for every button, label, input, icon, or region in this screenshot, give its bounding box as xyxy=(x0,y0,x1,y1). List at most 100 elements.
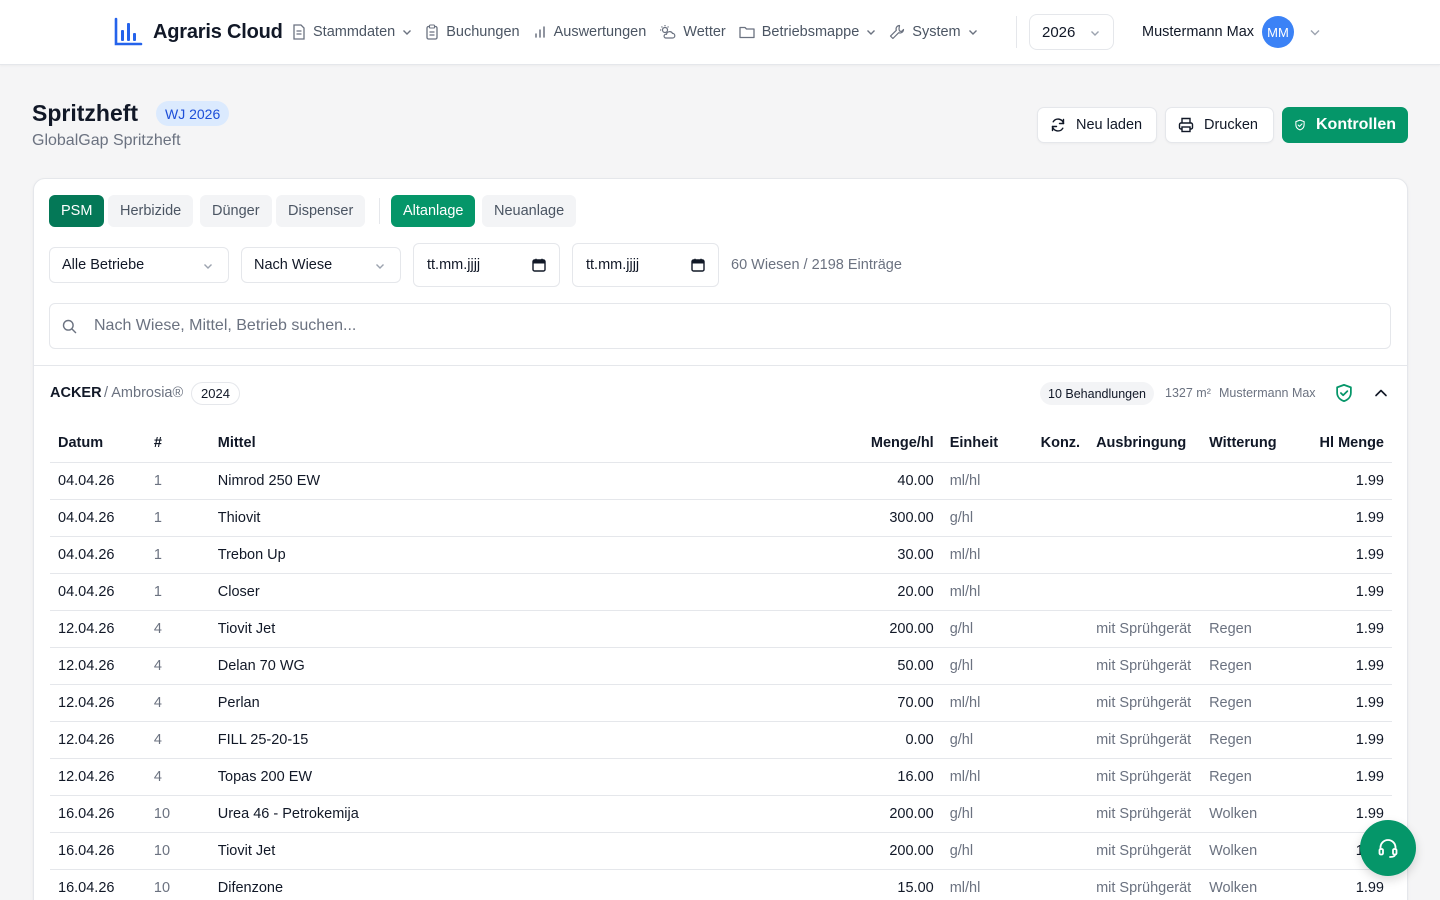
print-button[interactable]: Drucken xyxy=(1165,107,1274,143)
cell-einheit: ml/hl xyxy=(941,869,1033,900)
chevron-down-icon xyxy=(968,30,977,35)
nav-label: Auswertungen xyxy=(553,24,647,40)
search-field[interactable] xyxy=(49,303,1391,349)
cell-einheit: ml/hl xyxy=(941,573,1033,611)
cell-datum: 12.04.26 xyxy=(50,721,146,759)
nav-item-buchungen[interactable]: Buchungen xyxy=(425,24,520,40)
table-row[interactable]: 12.04.26 4 FILL 25-20-15 0.00 g/hl mit Sprühg… xyxy=(50,721,1392,759)
nav-item-auswertungen[interactable]: Auswertungen xyxy=(533,24,647,40)
chevron-down-icon xyxy=(867,30,876,35)
table-row[interactable]: 04.04.26 1 Nimrod 250 EW 40.00 ml/hl 1.99 xyxy=(50,462,1392,500)
brand-logo[interactable]: Agraris Cloud xyxy=(113,17,283,47)
nav-item-betriebsmappe[interactable]: Betriebsmappe xyxy=(739,24,877,40)
cell-witterung: Regen xyxy=(1201,647,1292,685)
cell-mittel: FILL 25-20-15 xyxy=(209,721,709,759)
cell-ausbringung: mit Sprühgerät xyxy=(1088,647,1202,685)
nav-item-wetter[interactable]: Wetter xyxy=(659,24,726,40)
table-row[interactable]: 04.04.26 1 Closer 20.00 ml/hl 1.99 xyxy=(50,573,1392,611)
column-header-datum[interactable]: Datum xyxy=(50,424,146,463)
cell-mittel: Closer xyxy=(209,573,709,611)
table-row[interactable]: 12.04.26 4 Topas 200 EW 16.00 ml/hl mit Sprüh… xyxy=(50,758,1392,796)
date-from-input[interactable]: tt.mm.jjjj xyxy=(413,243,560,287)
cell-witterung xyxy=(1201,536,1292,574)
chevron-down-icon xyxy=(376,264,384,269)
cell-ausbringung: mit Sprühgerät xyxy=(1088,869,1202,900)
year-select[interactable]: 2026 xyxy=(1029,14,1114,50)
cell-ausbringung: mit Sprühgerät xyxy=(1088,721,1202,759)
column-header-ausbringung[interactable]: Ausbringung xyxy=(1088,424,1202,463)
cell-hl-menge: 1.99 xyxy=(1291,573,1392,611)
cell-witterung xyxy=(1201,499,1292,537)
nav-divider xyxy=(1016,16,1017,48)
cell-datum: 04.04.26 xyxy=(50,499,146,537)
cell-witterung: Wolken xyxy=(1201,869,1292,900)
group-owner: Mustermann Max xyxy=(1219,386,1316,400)
tab-psm[interactable]: PSM xyxy=(49,195,105,227)
column-header-mittel[interactable]: Mittel xyxy=(209,424,709,463)
bar-chart-logo-icon xyxy=(114,17,143,46)
column-header-einheit[interactable]: Einheit xyxy=(941,424,1033,463)
column-header-konz[interactable]: Konz. xyxy=(1032,424,1089,463)
column-header-witterung[interactable]: Witterung xyxy=(1201,424,1292,463)
spray-entries-table: Datum # Mittel Menge/hl Einheit Konz. Au… xyxy=(50,424,1392,900)
tab-herbizide[interactable]: Herbizide xyxy=(108,195,194,227)
cell-einheit: g/hl xyxy=(941,795,1033,833)
column-header-menge[interactable]: Menge/hl xyxy=(708,424,942,463)
app-name: Agraris Cloud xyxy=(153,20,283,43)
cell-mittel: Urea 46 - Petrokemija xyxy=(209,795,709,833)
nav-item-system[interactable]: System xyxy=(889,24,977,40)
tab-neuanlage[interactable]: Neuanlage xyxy=(482,195,577,227)
user-menu[interactable]: Mustermann Max MM xyxy=(1142,16,1322,48)
tab-altanlage[interactable]: Altanlage xyxy=(391,195,476,227)
cell-nr: 4 xyxy=(145,647,210,685)
table-row[interactable]: 12.04.26 4 Delan 70 WG 50.00 g/hl mit Sprühge… xyxy=(50,647,1392,685)
column-header-hl-menge[interactable]: Hl Menge xyxy=(1291,424,1392,463)
cell-mittel: Delan 70 WG xyxy=(209,647,709,685)
cell-datum: 16.04.26 xyxy=(50,832,146,870)
controls-button[interactable]: Kontrollen xyxy=(1282,107,1408,143)
tab-divider xyxy=(379,198,380,224)
table-row[interactable]: 16.04.26 10 Difenzone 15.00 ml/hl mit Sprühge… xyxy=(50,869,1392,900)
cell-witterung: Regen xyxy=(1201,758,1292,796)
shield-check-icon[interactable] xyxy=(1334,383,1354,403)
cell-datum: 16.04.26 xyxy=(50,795,146,833)
result-count: 60 Wiesen / 2198 Einträge xyxy=(731,257,902,273)
cell-konz xyxy=(1032,758,1089,796)
nav-item-stammdaten[interactable]: Stammdaten xyxy=(292,24,412,40)
cell-konz xyxy=(1032,499,1089,537)
table-row[interactable]: 12.04.26 4 Tiovit Jet 200.00 g/hl mit Sprühge… xyxy=(50,610,1392,648)
cell-witterung: Regen xyxy=(1201,721,1292,759)
search-input[interactable] xyxy=(94,304,1374,348)
page-title: Spritzheft xyxy=(32,100,139,126)
column-header-nr[interactable]: # xyxy=(145,424,210,463)
reload-button[interactable]: Neu laden xyxy=(1037,107,1157,143)
reload-label: Neu laden xyxy=(1076,117,1143,133)
tab-dispenser[interactable]: Dispenser xyxy=(276,195,366,227)
table-row[interactable]: 16.04.26 10 Tiovit Jet 200.00 g/hl mit Sprühg… xyxy=(50,832,1392,870)
table-row[interactable]: 04.04.26 1 Thiovit 300.00 g/hl 1.99 xyxy=(50,499,1392,537)
table-row[interactable]: 04.04.26 1 Trebon Up 30.00 ml/hl 1.99 xyxy=(50,536,1392,574)
table-row[interactable]: 16.04.26 10 Urea 46 - Petrokemija 200.00 g/h… xyxy=(50,795,1392,833)
date-to-input[interactable]: tt.mm.jjjj xyxy=(572,243,719,287)
cell-ausbringung xyxy=(1088,499,1202,537)
cell-mittel: Perlan xyxy=(209,684,709,722)
cell-mittel: Nimrod 250 EW xyxy=(209,462,709,500)
cell-nr: 10 xyxy=(145,795,210,833)
cell-konz xyxy=(1032,462,1089,500)
group-select[interactable]: Nach Wiese xyxy=(241,247,401,283)
support-button[interactable] xyxy=(1360,820,1416,876)
cell-nr: 4 xyxy=(145,758,210,796)
cell-nr: 4 xyxy=(145,721,210,759)
chevron-up-icon[interactable] xyxy=(1373,385,1389,401)
cell-einheit: g/hl xyxy=(941,647,1033,685)
refresh-icon xyxy=(1051,118,1065,132)
fiscal-year-badge: WJ 2026 xyxy=(156,101,230,126)
cell-hl-menge: 1.99 xyxy=(1291,536,1392,574)
cell-menge: 200.00 xyxy=(708,795,942,833)
print-label: Drucken xyxy=(1204,117,1258,133)
table-row[interactable]: 12.04.26 4 Perlan 70.00 ml/hl mit Sprühgerät R… xyxy=(50,684,1392,722)
tab-duenger[interactable]: Dünger xyxy=(200,195,272,227)
cell-konz xyxy=(1032,869,1089,900)
cell-ausbringung: mit Sprühgerät xyxy=(1088,832,1202,870)
betrieb-select[interactable]: Alle Betriebe xyxy=(49,247,229,283)
